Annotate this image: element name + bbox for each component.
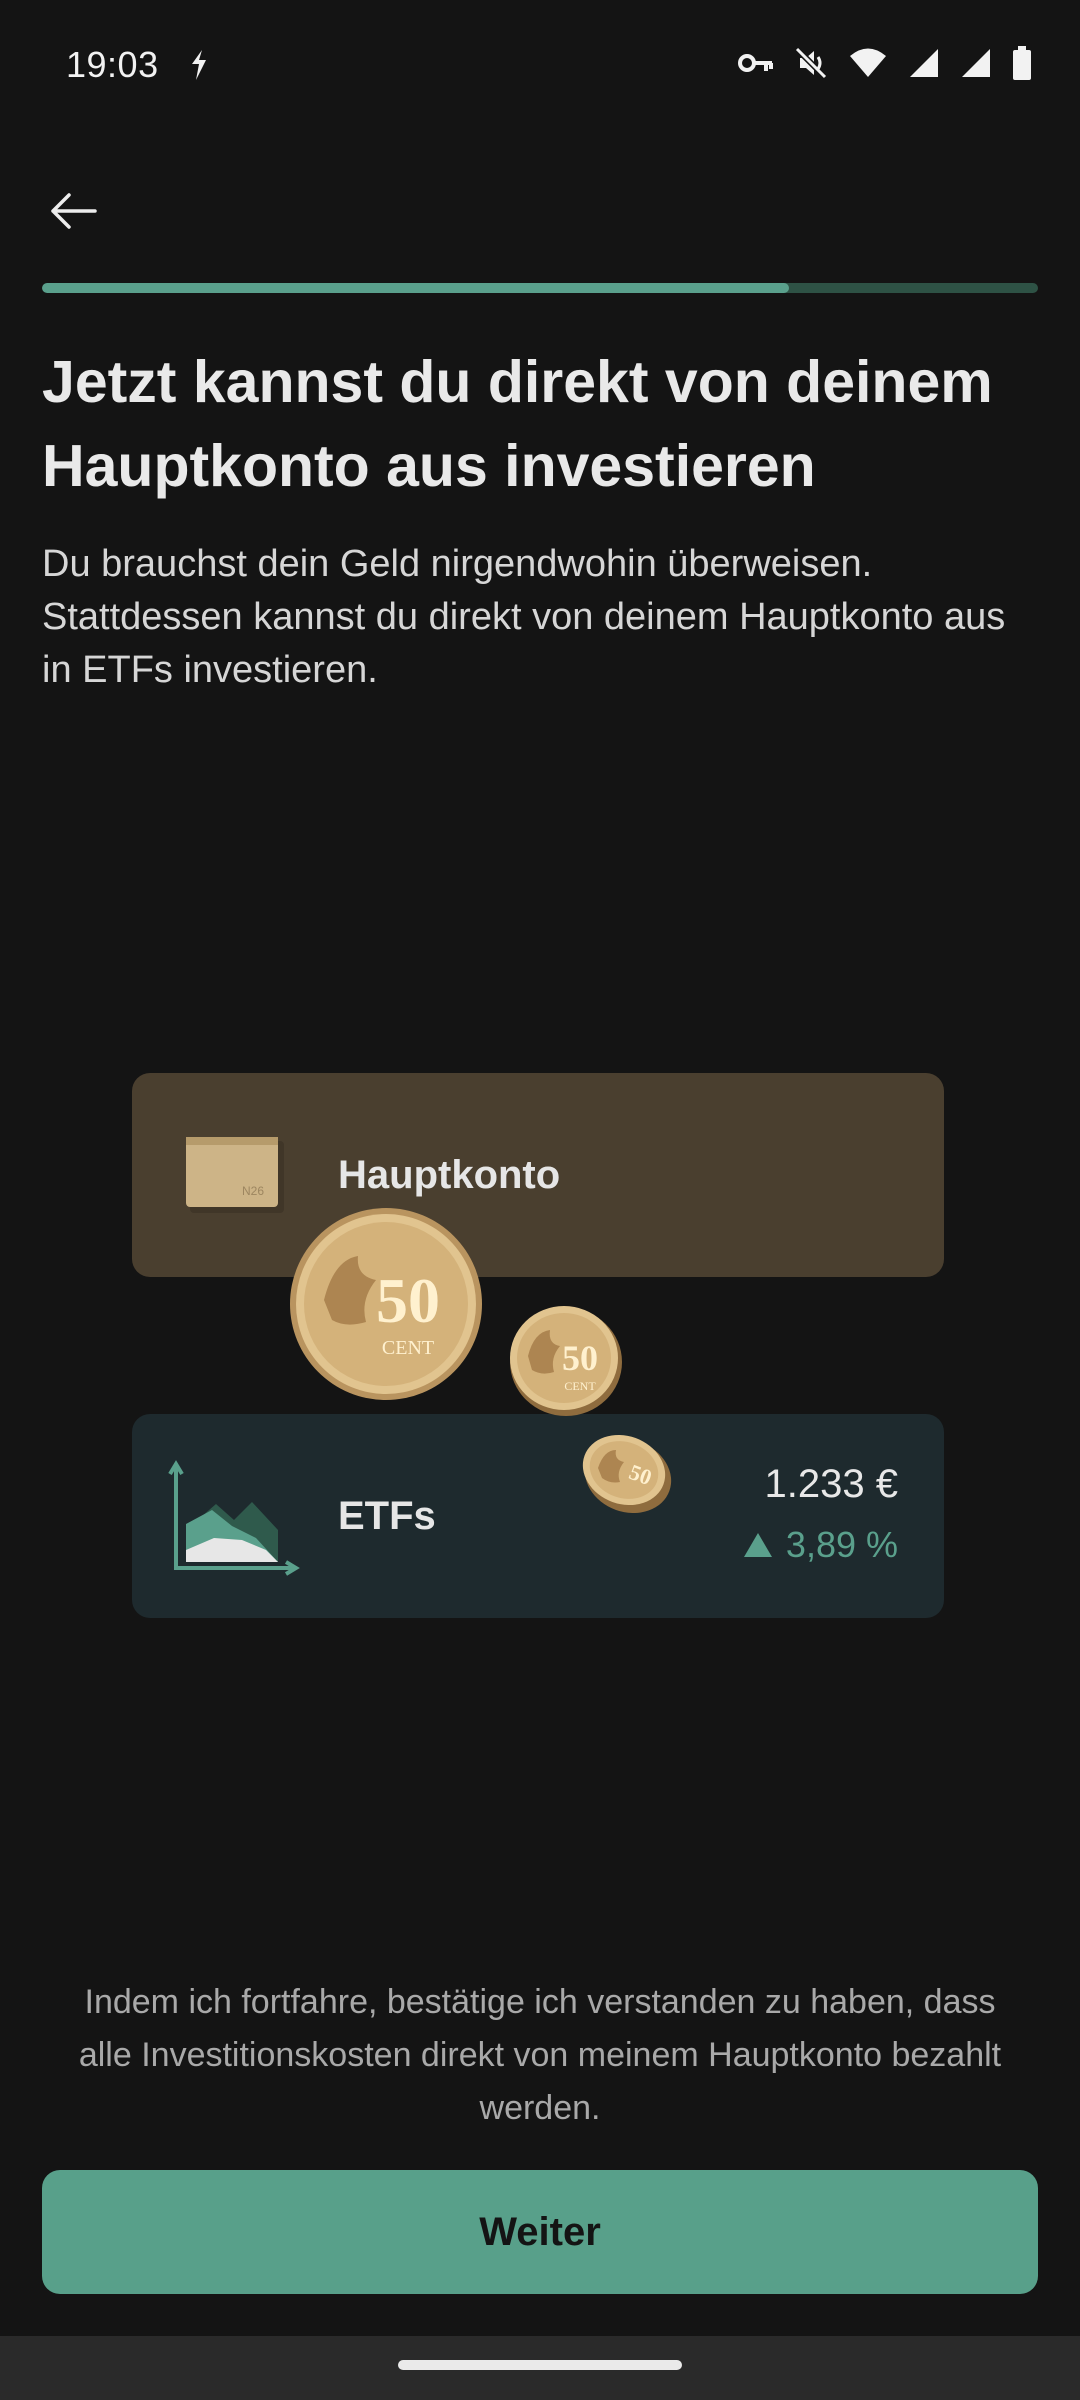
- coin-medium-value: 50: [562, 1338, 598, 1378]
- legal-text: Indem ich fortfahre, bestätige ich verst…: [78, 1983, 1002, 2127]
- wallet-icon: N26: [184, 1133, 288, 1218]
- coin-large-value: 50: [376, 1265, 440, 1336]
- mute-icon: [794, 46, 828, 85]
- etf-change-value: 3,89 %: [785, 1524, 898, 1565]
- etf-change: 3,89 %: [742, 1524, 898, 1566]
- main-account-card: N26 Hauptkonto: [132, 1073, 944, 1277]
- etf-account-label: ETFs: [338, 1493, 436, 1538]
- coin-medium-unit: CENT: [564, 1379, 596, 1393]
- navigation-icon: [188, 48, 210, 87]
- progress-bar: [42, 283, 1038, 293]
- chart-icon: [162, 1458, 302, 1583]
- arrow-left-icon: [51, 193, 97, 229]
- page-subtitle: Du brauchst dein Geld nirgendwohin überw…: [42, 543, 1006, 691]
- coin-large-unit: CENT: [382, 1337, 434, 1359]
- main-account-label: Hauptkonto: [338, 1152, 561, 1197]
- coin-medium: 50 CENT: [506, 1300, 626, 1425]
- triangle-up-icon: [743, 1533, 772, 1557]
- etf-account-card: ETFs 1.233 € 3,89 %: [132, 1414, 944, 1618]
- status-time: 19:03: [66, 44, 159, 85]
- coin-large: 50 CENT: [286, 1204, 486, 1409]
- coin-small: 50: [576, 1428, 676, 1523]
- continue-button[interactable]: Weiter: [42, 2170, 1038, 2294]
- page-title: Jetzt kannst du direkt von deinem Hauptk…: [42, 349, 993, 499]
- battery-icon: [1012, 46, 1032, 85]
- home-indicator[interactable]: [398, 2360, 682, 2370]
- etf-value: 1.233 €: [764, 1462, 898, 1506]
- progress-fill: [42, 283, 789, 293]
- wifi-icon: [848, 47, 888, 84]
- signal-icon: [908, 47, 940, 84]
- back-button[interactable]: [38, 176, 108, 246]
- signal-icon: [960, 47, 992, 84]
- key-icon: [738, 51, 774, 80]
- status-icons: [738, 46, 1032, 85]
- status-bar: 19:03: [0, 0, 1080, 130]
- wallet-mark: N26: [242, 1184, 264, 1198]
